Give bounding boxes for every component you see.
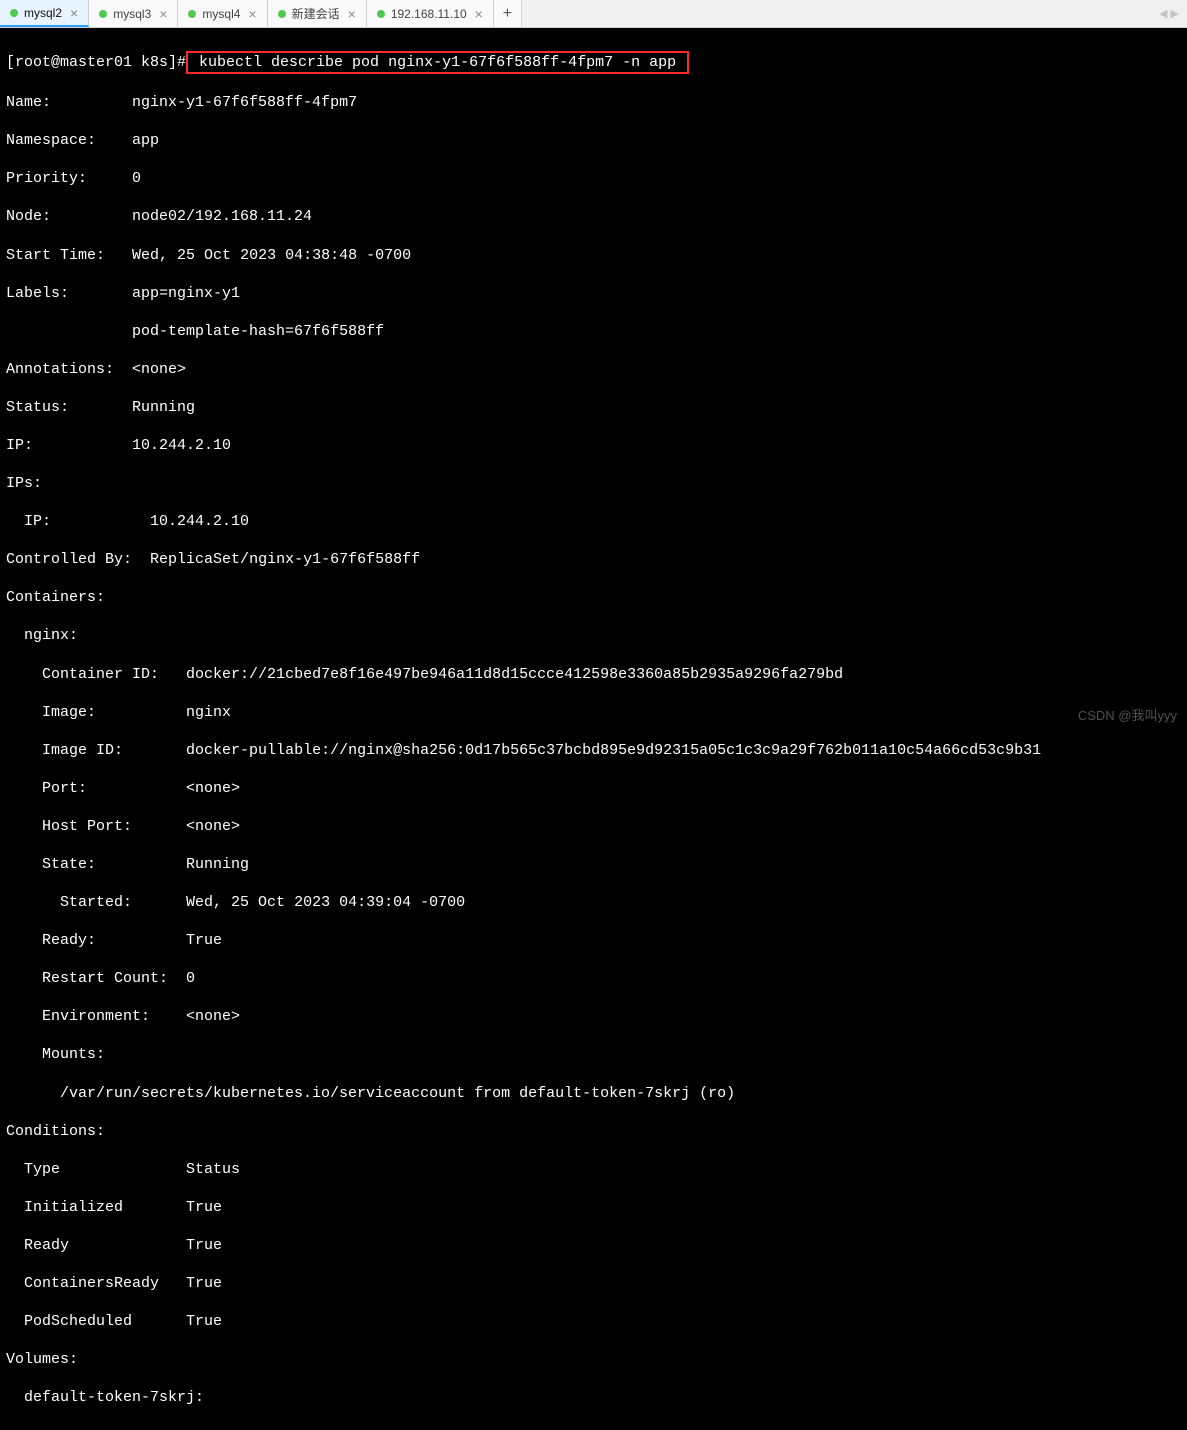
close-icon[interactable]: × [248,6,256,22]
output-line: nginx: [6,626,1181,645]
status-dot-icon [377,10,385,18]
command-highlight: kubectl describe pod nginx-y1-67f6f588ff… [186,51,689,74]
tab-mysql3[interactable]: mysql3 × [89,0,178,27]
output-line: Type Status [6,1160,1181,1179]
output-line: Annotations: <none> [6,360,1181,379]
tab-label: mysql2 [24,6,62,20]
output-line: Image: nginx [6,703,1181,722]
output-line: State: Running [6,855,1181,874]
output-line: Ready: True [6,931,1181,950]
output-line: Restart Count: 0 [6,969,1181,988]
output-line: Controlled By: ReplicaSet/nginx-y1-67f6f… [6,550,1181,569]
tab-bar: mysql2 × mysql3 × mysql4 × 新建会话 × 192.16… [0,0,1187,28]
tab-label: mysql3 [113,7,151,21]
prompt-prefix: [root@master01 k8s]# [6,54,186,71]
tab-label: 新建会话 [292,5,340,22]
tab-ip[interactable]: 192.168.11.10 × [367,0,494,27]
terminal-output[interactable]: [root@master01 k8s]# kubectl describe po… [0,28,1187,1430]
output-line: Container ID: docker://21cbed7e8f16e497b… [6,665,1181,684]
output-line: Status: Running [6,398,1181,417]
close-icon[interactable]: × [475,6,483,22]
output-line: Initialized True [6,1198,1181,1217]
output-line: Port: <none> [6,779,1181,798]
output-line: Priority: 0 [6,169,1181,188]
status-dot-icon [188,10,196,18]
status-dot-icon [278,10,286,18]
output-line: /var/run/secrets/kubernetes.io/serviceac… [6,1084,1181,1103]
tab-nav-arrows[interactable]: ◀ ▶ [1151,0,1187,27]
output-line: PodScheduled True [6,1312,1181,1331]
output-line: IP: 10.244.2.10 [6,512,1181,531]
output-line: IPs: [6,474,1181,493]
output-line: Node: node02/192.168.11.24 [6,207,1181,226]
output-line: Ready True [6,1236,1181,1255]
output-line: pod-template-hash=67f6f588ff [6,322,1181,341]
close-icon[interactable]: × [70,5,78,21]
output-line: Namespace: app [6,131,1181,150]
output-line: Environment: <none> [6,1007,1181,1026]
status-dot-icon [10,9,18,17]
output-line: Containers: [6,588,1181,607]
output-line: IP: 10.244.2.10 [6,436,1181,455]
tab-mysql4[interactable]: mysql4 × [178,0,267,27]
output-line: Name: nginx-y1-67f6f588ff-4fpm7 [6,93,1181,112]
close-icon[interactable]: × [159,6,167,22]
output-line: Start Time: Wed, 25 Oct 2023 04:38:48 -0… [6,246,1181,265]
output-line: Conditions: [6,1122,1181,1141]
output-line: Started: Wed, 25 Oct 2023 04:39:04 -0700 [6,893,1181,912]
output-line: Labels: app=nginx-y1 [6,284,1181,303]
status-dot-icon [99,10,107,18]
output-line: Volumes: [6,1350,1181,1369]
output-line: default-token-7skrj: [6,1388,1181,1407]
add-tab-button[interactable]: + [494,0,522,27]
tab-label: 192.168.11.10 [391,7,467,21]
output-line: Mounts: [6,1045,1181,1064]
prompt-line: [root@master01 k8s]# kubectl describe po… [6,51,1181,74]
output-line: Image ID: docker-pullable://nginx@sha256… [6,741,1181,760]
close-icon[interactable]: × [348,6,356,22]
tab-mysql2[interactable]: mysql2 × [0,0,89,27]
tab-new-session[interactable]: 新建会话 × [268,0,367,27]
tab-label: mysql4 [202,7,240,21]
output-line: ContainersReady True [6,1274,1181,1293]
watermark: CSDN @我叫yyy [1078,705,1177,724]
output-line: Host Port: <none> [6,817,1181,836]
